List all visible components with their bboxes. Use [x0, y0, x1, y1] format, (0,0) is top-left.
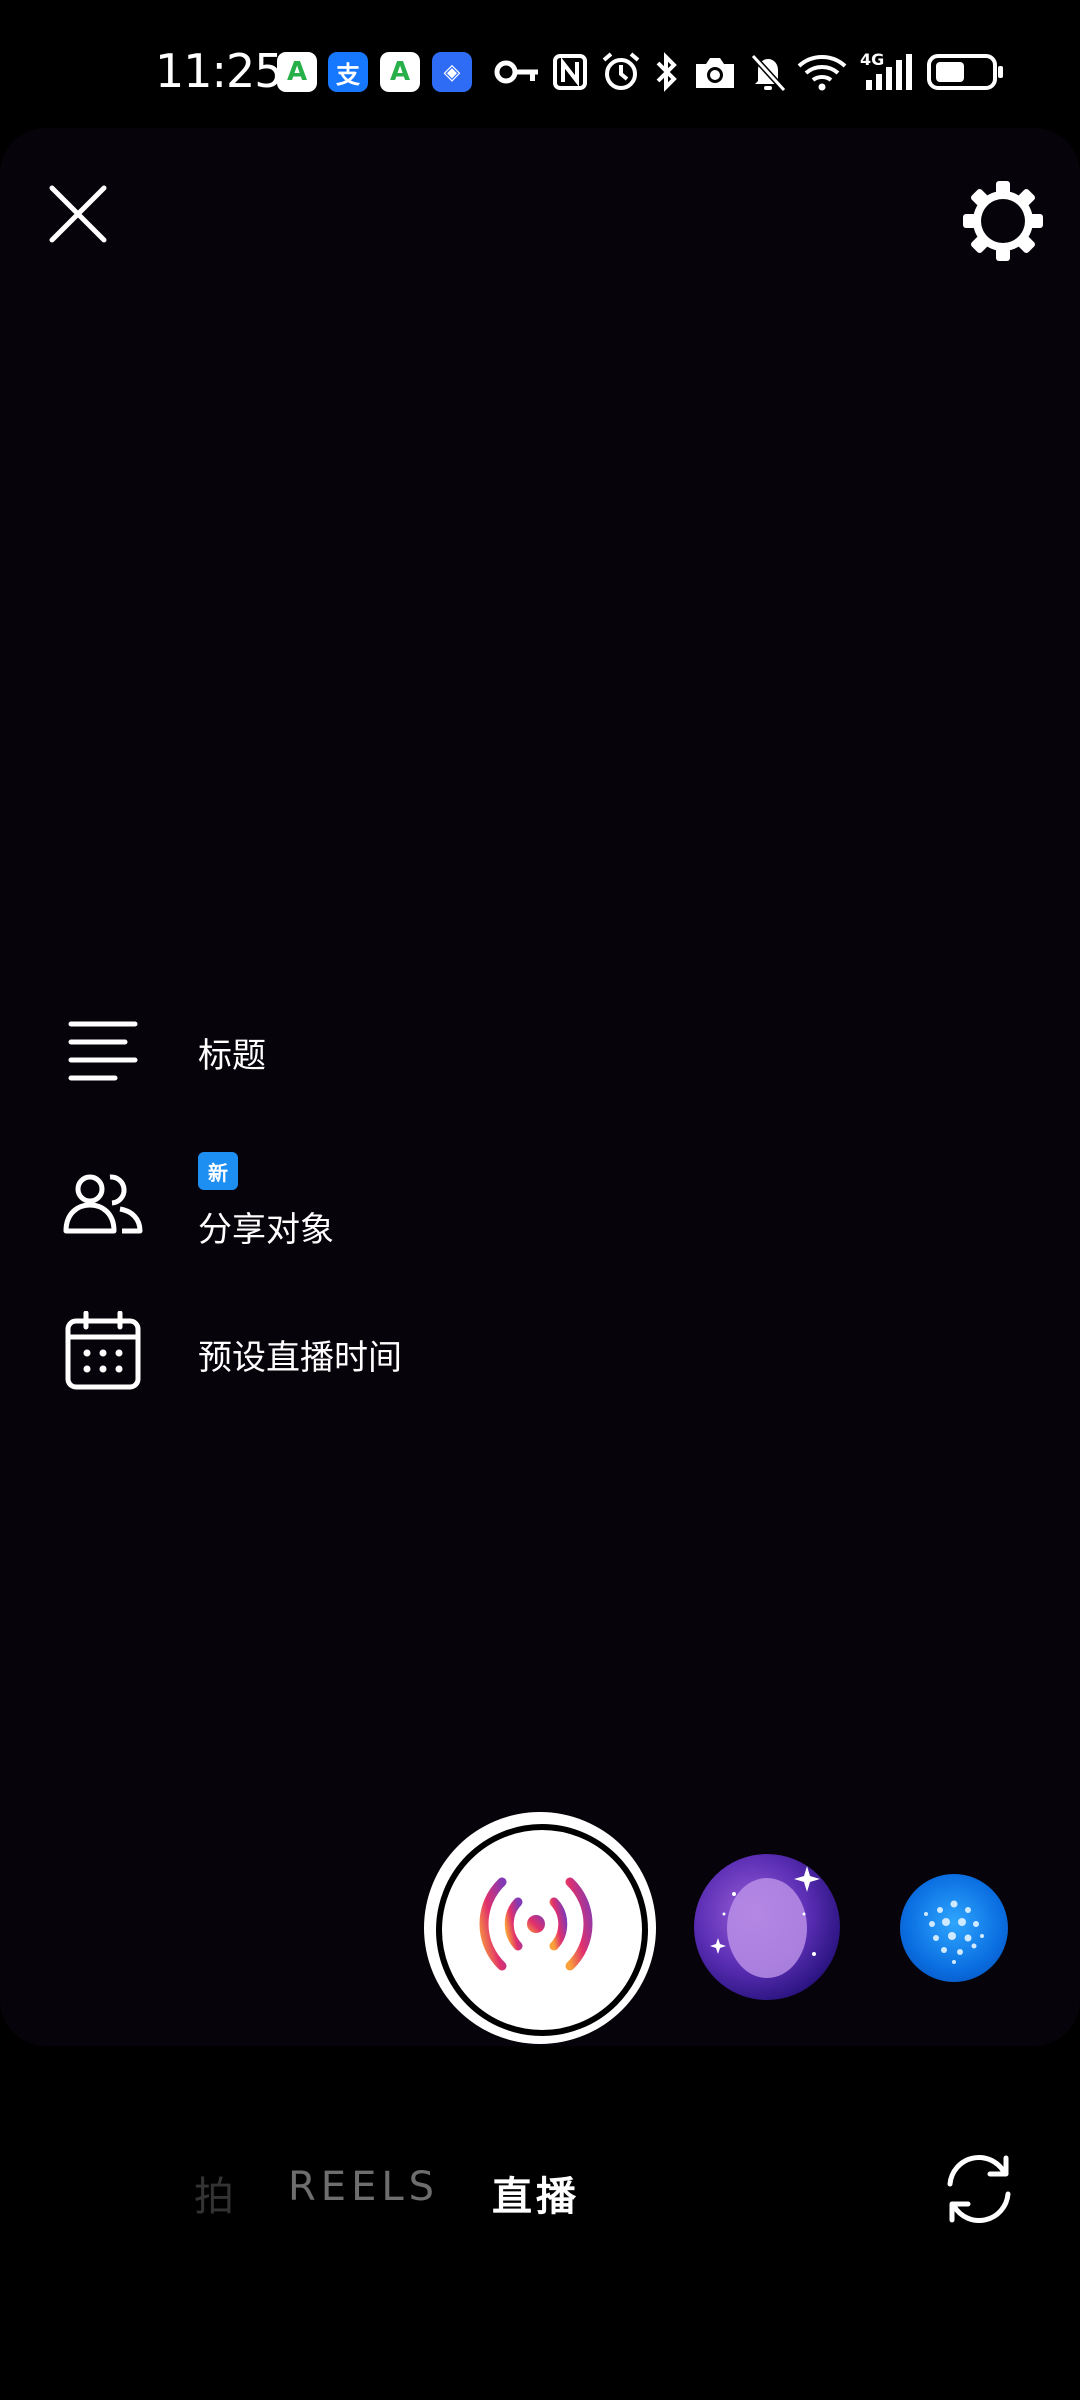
new-badge: 新	[198, 1152, 238, 1190]
menu-schedule-live[interactable]: 预设直播时间	[60, 1308, 402, 1394]
menu-title-label: 标题	[198, 1036, 266, 1076]
title-lines-icon	[60, 1008, 146, 1094]
gear-icon[interactable]	[958, 176, 1048, 266]
wifi-icon	[797, 55, 847, 91]
alipay-icon: 支	[328, 52, 368, 92]
people-icon	[60, 1160, 146, 1246]
app-a-icon: A	[277, 52, 317, 92]
bluetooth-icon	[656, 52, 677, 92]
app-shield-icon: ◈	[432, 52, 472, 92]
mode-tabs: 拍 REELS 直播	[0, 2150, 1080, 2230]
camera-viewport[interactable]	[0, 128, 1080, 2046]
vpn-key-icon	[494, 60, 538, 84]
status-bar: 11:25 A 支 A ◈ 4G	[0, 0, 1080, 130]
tab-reels[interactable]: REELS	[288, 2164, 439, 2210]
nfc-icon	[553, 54, 587, 90]
tab-photo[interactable]: 拍	[194, 2164, 234, 2222]
flip-camera-icon[interactable]	[940, 2150, 1018, 2228]
menu-share-audience[interactable]: 新 分享对象	[60, 1152, 334, 1250]
face-silhouette-icon	[710, 1866, 820, 1978]
cellular-signal-icon	[866, 54, 912, 90]
close-icon[interactable]	[40, 176, 116, 252]
go-live-button-inner	[436, 1824, 648, 2036]
sparkle-dots-icon	[924, 1900, 984, 1964]
app-a-icon-2: A	[380, 52, 420, 92]
camera-status-icon	[696, 58, 734, 88]
tab-live[interactable]: 直播	[492, 2164, 580, 2222]
battery-icon	[927, 54, 1003, 90]
broadcast-icon	[479, 1877, 593, 1971]
face-effect-galaxy[interactable]	[694, 1854, 840, 2000]
menu-share-label: 分享对象	[198, 1210, 334, 1250]
go-live-button[interactable]	[424, 1812, 656, 2044]
status-time: 11:25	[155, 44, 284, 98]
effect-sparkle-blue[interactable]	[900, 1874, 1008, 1982]
menu-title[interactable]: 标题	[60, 1008, 266, 1094]
calendar-icon	[60, 1308, 146, 1394]
menu-schedule-label: 预设直播时间	[198, 1338, 402, 1378]
alarm-icon	[602, 52, 640, 90]
mute-bell-icon	[750, 53, 787, 93]
